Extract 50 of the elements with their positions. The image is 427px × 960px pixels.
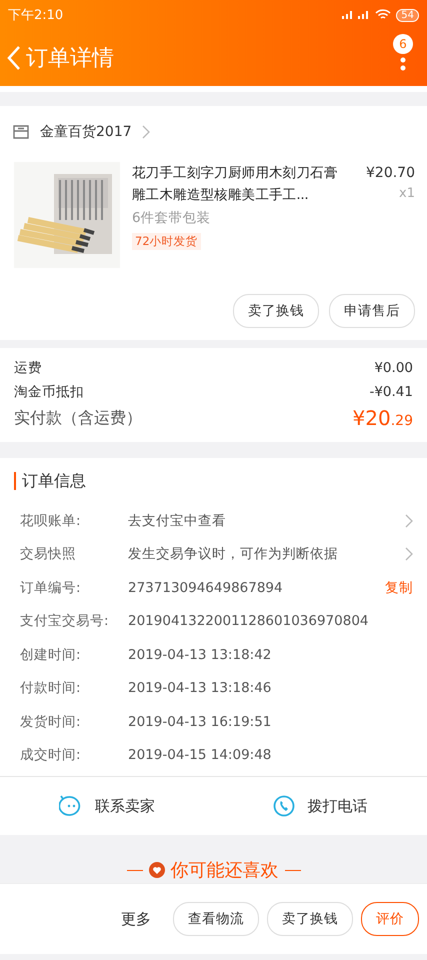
action-button[interactable]: 查看物流	[173, 902, 259, 936]
action-button[interactable]: 卖了换钱	[267, 902, 353, 936]
chevron-right-icon	[142, 125, 150, 139]
fee-label: 实付款（含运费）	[14, 408, 142, 428]
chevron-right-icon	[405, 547, 413, 562]
more-link[interactable]: 更多	[121, 910, 151, 928]
section-title: 你可能还喜欢	[170, 859, 278, 882]
fee-amount: ¥0.00	[374, 360, 413, 376]
info-value: 2019-04-13 13:18:42	[128, 646, 272, 663]
notification-badge: 6	[393, 34, 413, 54]
contact-button[interactable]: 拨打电话	[214, 777, 427, 835]
product-variant: 6件套带包装	[132, 209, 212, 227]
info-value: 2019-04-13 16:19:51	[128, 714, 272, 730]
fee-label: 淘金币抵扣	[14, 383, 84, 401]
back-icon[interactable]	[6, 45, 22, 71]
info-value: 273713094649867894	[128, 580, 284, 596]
fee-amount: -¥0.41	[369, 384, 413, 400]
action-button[interactable]: 卖了换钱	[233, 294, 319, 328]
signal-icon	[342, 10, 370, 20]
product-price: ¥20.70	[365, 164, 415, 183]
action-button[interactable]: 申请售后	[329, 294, 415, 328]
product-quantity: x1	[398, 186, 415, 201]
info-label: 花呗账单:	[20, 512, 82, 530]
fee-label: 运费	[14, 359, 42, 377]
section-title: 订单信息	[14, 472, 427, 490]
info-label: 成交时间:	[20, 746, 82, 764]
shop-icon	[12, 124, 30, 140]
shipping-tag: 72小时发货	[132, 233, 201, 250]
info-label: 支付宝交易号:	[20, 612, 110, 630]
info-label: 订单编号:	[20, 578, 82, 597]
info-label: 创建时间:	[20, 646, 82, 664]
phone-icon	[273, 795, 296, 817]
info-value[interactable]: 发生交易争议时，可作为判断依据	[128, 545, 405, 564]
info-label: 交易快照	[20, 545, 77, 564]
chevron-right-icon	[405, 514, 413, 528]
shop-name[interactable]: 金童百货2017	[40, 123, 132, 141]
info-label: 付款时间:	[20, 679, 82, 698]
battery-level: 54	[396, 8, 419, 22]
status-time: 下午2:10	[8, 7, 64, 24]
info-label: 发货时间:	[20, 712, 82, 731]
info-value[interactable]: 去支付宝中查看	[128, 512, 405, 530]
info-value: 2019-04-15 14:09:48	[128, 747, 272, 764]
chat-icon	[58, 795, 83, 817]
total-amount: ¥20.29	[352, 406, 413, 430]
contact-button[interactable]: 联系卖家	[0, 777, 214, 835]
info-value: 2019041322001128601036970804	[128, 613, 370, 630]
wifi-icon	[375, 9, 392, 21]
page-title: 订单详情	[26, 45, 114, 73]
product-title[interactable]: 花刀手工刻字刀厨师用木刻刀石膏雕工木雕造型核雕美工手工...	[132, 162, 345, 206]
info-value: 2019-04-13 13:18:46	[128, 680, 272, 696]
